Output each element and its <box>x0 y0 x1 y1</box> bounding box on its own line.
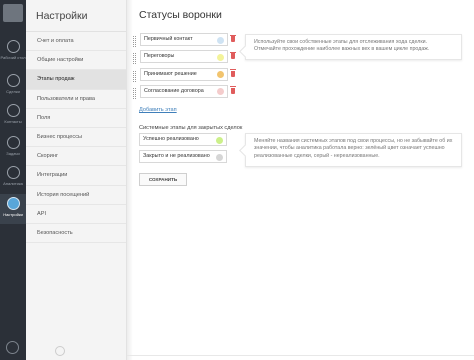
deals-icon <box>6 74 20 87</box>
footer-divider <box>127 355 474 356</box>
stage-name-field[interactable]: Первичный контакт <box>140 33 228 46</box>
system-stage-name: Успешно реализовано <box>143 136 199 142</box>
stage-name: Переговоры <box>144 53 175 60</box>
rail-item-analytics[interactable]: Аналитика <box>0 166 26 186</box>
system-stages-label: Системные этапы для закрытых сделок <box>139 125 243 131</box>
menu-item-security[interactable]: Безопасность <box>26 224 126 244</box>
stage-color-swatch[interactable] <box>217 36 224 44</box>
analytics-icon <box>6 166 20 179</box>
settings-menu: Настройки Счет и оплата Общие настройки … <box>26 0 127 360</box>
stage-name: Принимают решение <box>144 70 197 77</box>
stage-name: Согласование договора <box>144 87 204 94</box>
drag-handle-icon[interactable] <box>133 70 136 82</box>
menu-item-integrations[interactable]: Интеграции <box>26 166 126 186</box>
menu-item-visit-history[interactable]: История посещений <box>26 186 126 205</box>
rail-label: Рабочий стол <box>0 55 26 60</box>
system-stage-name: Закрыто и не реализовано <box>143 153 210 159</box>
avatar[interactable] <box>3 4 23 22</box>
contacts-icon <box>6 104 20 117</box>
rail-label: Аналитика <box>3 181 23 186</box>
save-button[interactable]: СОХРАНИТЬ <box>139 173 187 186</box>
menu-item-users[interactable]: Пользователи и права <box>26 90 126 109</box>
stage-name: Первичный контакт <box>144 36 193 42</box>
delete-icon[interactable] <box>230 51 236 60</box>
delete-icon[interactable] <box>230 86 236 94</box>
system-stage-lost-field[interactable]: Закрыто и не реализовано <box>139 150 227 163</box>
stage-color-swatch[interactable] <box>217 88 224 96</box>
rail-item-dashboard[interactable]: Рабочий стол <box>0 40 26 60</box>
hint-system-stages: Меняйте названия системных этапов под св… <box>245 133 462 167</box>
stage-color-swatch[interactable] <box>217 71 224 79</box>
rail-item-settings[interactable]: Настройки <box>0 194 26 224</box>
rail-item-deals[interactable]: Сделки <box>0 74 26 94</box>
stage-color-swatch[interactable] <box>216 153 223 161</box>
page-title: Статусы воронки <box>139 9 222 21</box>
menu-item-fields[interactable]: Поля <box>26 109 126 128</box>
system-stage-won-field[interactable]: Успешно реализовано <box>139 133 227 146</box>
stage-name-field[interactable]: Переговоры <box>140 50 228 64</box>
tasks-icon <box>6 136 20 149</box>
menu-item-scoring[interactable]: Скоринг <box>26 147 126 167</box>
rail-label: Контакты <box>4 119 22 124</box>
logo-icon <box>55 346 65 356</box>
drag-handle-icon[interactable] <box>133 87 136 99</box>
drag-handle-icon[interactable] <box>133 53 136 65</box>
rail-item-contacts[interactable]: Контакты <box>0 104 26 124</box>
settings-icon <box>6 197 20 210</box>
drag-handle-icon[interactable] <box>133 36 136 47</box>
menu-item-billing[interactable]: Счет и оплата <box>26 32 126 52</box>
menu-item-sales-stages[interactable]: Этапы продаж <box>26 70 126 90</box>
menu-item-general[interactable]: Общие настройки <box>26 51 126 71</box>
rail-label: Настройки <box>3 212 23 217</box>
dashboard-icon <box>6 40 20 53</box>
menu-item-business-processes[interactable]: Бизнес процессы <box>26 128 126 148</box>
stage-color-swatch[interactable] <box>216 136 223 144</box>
stage-name-field[interactable]: Согласование договора <box>140 84 228 98</box>
stage-name-field[interactable]: Принимают решение <box>140 67 228 81</box>
help-icon[interactable] <box>6 341 19 354</box>
hint-custom-stages: Используйте свои собственные этапы для о… <box>245 34 462 60</box>
stage-color-swatch[interactable] <box>217 53 224 61</box>
delete-icon[interactable] <box>230 34 236 42</box>
app-rail: Рабочий стол Сделки Контакты Задачи Анал… <box>0 0 26 360</box>
rail-item-tasks[interactable]: Задачи <box>0 136 26 156</box>
add-stage-link[interactable]: Добавить этап <box>139 107 177 113</box>
delete-icon[interactable] <box>230 69 236 77</box>
menu-item-api[interactable]: API <box>26 205 126 224</box>
rail-label: Сделки <box>6 89 20 94</box>
menu-title: Настройки <box>26 0 126 32</box>
rail-label: Задачи <box>6 151 20 156</box>
